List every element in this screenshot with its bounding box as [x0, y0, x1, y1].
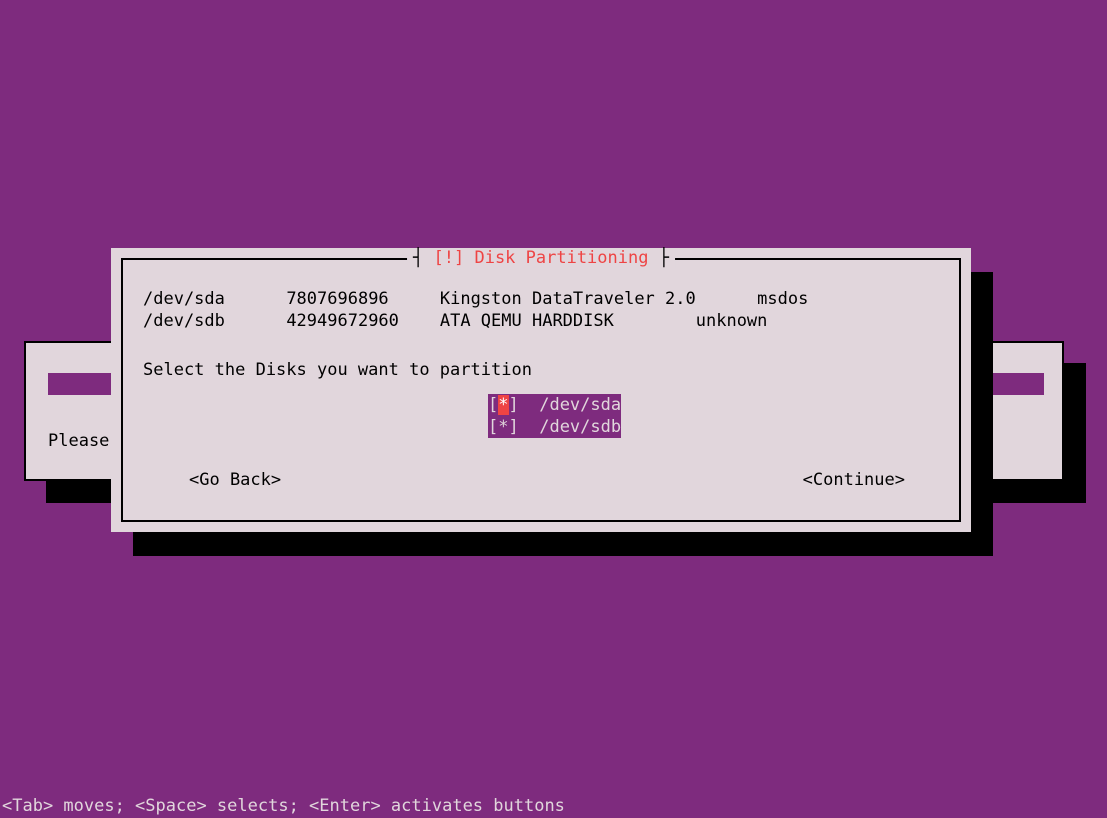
disk-option-sda[interactable]: [*] /dev/sda	[488, 394, 621, 416]
dialog-prompt: Select the Disks you want to partition	[143, 360, 532, 380]
checkbox-mark-icon: *	[498, 417, 508, 437]
checkbox-mark-icon: *	[498, 395, 508, 415]
go-back-button[interactable]: <Go Back>	[189, 470, 281, 490]
dialog-frame: ┤ [!] Disk Partitioning ├ /dev/sda 78076…	[121, 258, 961, 522]
dialog-title-text: [!] Disk Partitioning	[434, 248, 649, 268]
disk-option-sdb[interactable]: [*] /dev/sdb	[488, 416, 621, 438]
continue-button[interactable]: <Continue>	[803, 470, 905, 490]
dialog-title: ┤ [!] Disk Partitioning ├	[407, 248, 675, 268]
disk-partitioning-dialog: ┤ [!] Disk Partitioning ├ /dev/sda 78076…	[111, 248, 971, 532]
disk-row: /dev/sda 7807696896 Kingston DataTravele…	[143, 289, 808, 309]
disk-checklist: [*] /dev/sda[*] /dev/sdb	[488, 394, 621, 438]
help-bar: <Tab> moves; <Space> selects; <Enter> ac…	[0, 796, 565, 816]
disks-table: /dev/sda 7807696896 Kingston DataTravele…	[143, 288, 808, 332]
disk-row: /dev/sdb 42949672960 ATA QEMU HARDDISK u…	[143, 311, 767, 331]
background-please-text: Please	[48, 431, 109, 451]
